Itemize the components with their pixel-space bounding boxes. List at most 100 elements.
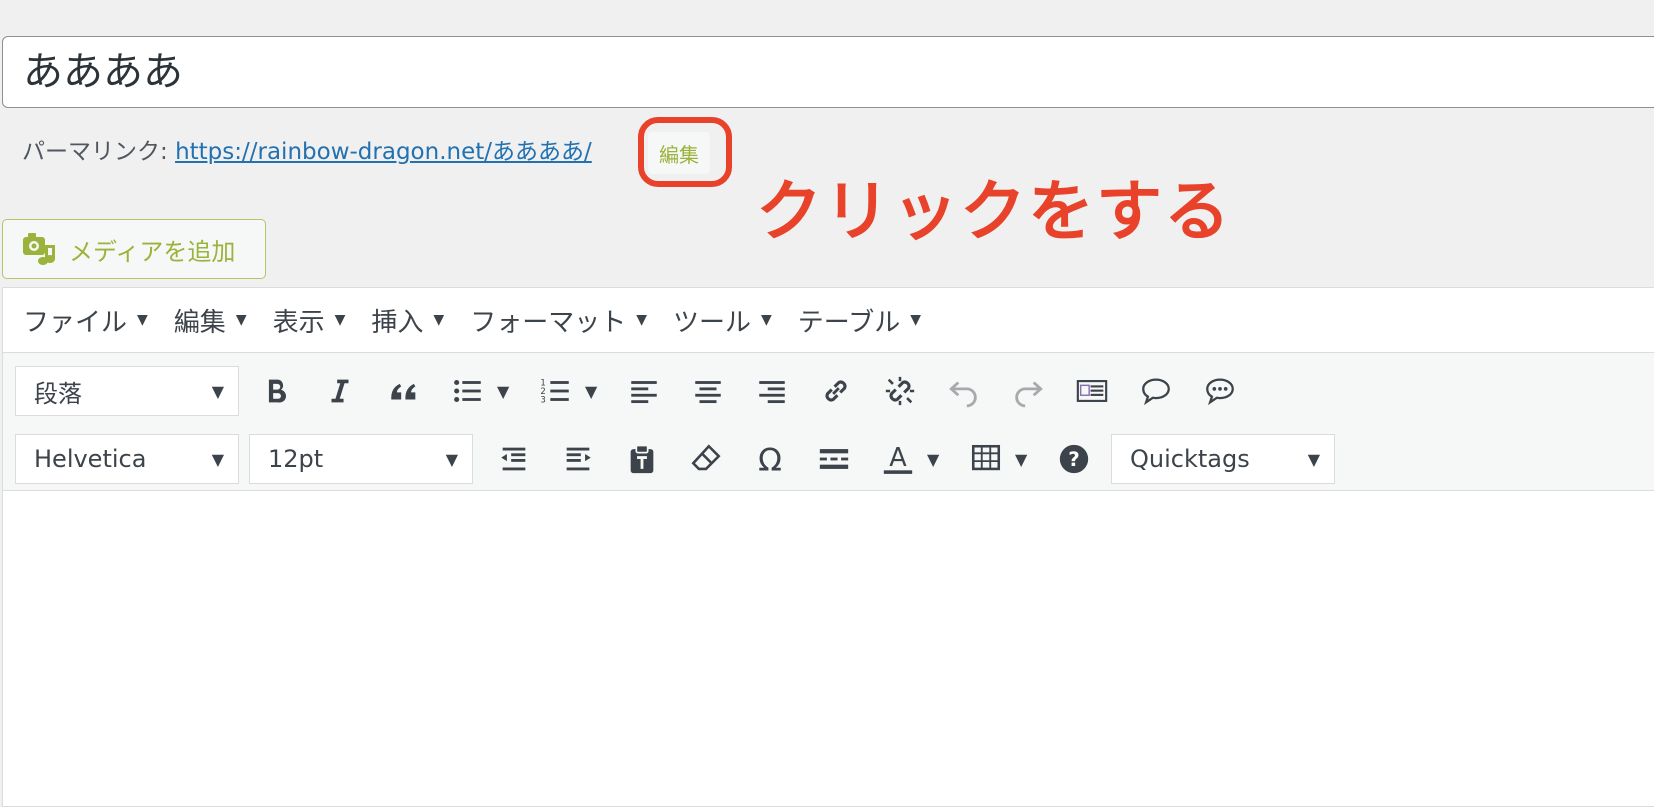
unlink-icon [885, 376, 915, 406]
caret-down-icon: ▼ [1307, 449, 1320, 469]
editor-content-area[interactable] [3, 491, 1654, 806]
quicktags-select[interactable]: Quicktags ▼ [1111, 434, 1335, 484]
menu-tools-label: ツール [672, 307, 751, 338]
menu-table-label: テーブル [797, 307, 901, 338]
svg-text:?: ? [1068, 448, 1080, 471]
menu-format-label: フォーマット [470, 307, 627, 338]
numbered-list-button[interactable]: 123 [529, 366, 583, 416]
menu-tools[interactable]: ツール ▼ [673, 302, 772, 339]
text-color-icon: A [883, 443, 913, 474]
table-icon [971, 444, 1001, 471]
speech-bubble-icon [1206, 378, 1234, 406]
clear-formatting-button[interactable] [679, 434, 733, 484]
menu-view-label: 表示 [272, 307, 325, 338]
post-title-input[interactable]: ああああ [2, 36, 1654, 108]
menu-table[interactable]: テーブル ▼ [798, 302, 921, 339]
svg-text:3: 3 [540, 395, 545, 405]
menu-file[interactable]: ファイル ▼ [23, 302, 148, 339]
read-more-icon [1076, 380, 1108, 402]
menu-view[interactable]: 表示 ▼ [273, 302, 346, 339]
font-family-select[interactable]: Helvetica ▼ [15, 434, 239, 484]
font-size-value: 12pt [268, 445, 324, 473]
table-button[interactable] [959, 434, 1013, 484]
link-button[interactable] [809, 366, 863, 416]
caret-down-icon: ▼ [636, 312, 647, 328]
permalink-url[interactable]: https://rainbow-dragon.net/ああああ/ [175, 139, 592, 165]
caret-down-icon: ▼ [211, 381, 224, 401]
add-media-label: メディアを追加 [69, 237, 236, 266]
blockquote-icon [391, 383, 416, 400]
bullet-list-icon [454, 379, 481, 403]
undo-icon [949, 381, 977, 408]
italic-button[interactable] [313, 366, 367, 416]
help-icon: ? [1059, 444, 1089, 474]
highlight-ring [638, 117, 732, 187]
italic-icon [331, 379, 349, 403]
align-center-button[interactable] [681, 366, 735, 416]
undo-button[interactable] [937, 366, 991, 416]
svg-text:A: A [889, 443, 907, 473]
outdent-button[interactable] [487, 434, 541, 484]
read-more-button[interactable] [1065, 366, 1119, 416]
caret-down-icon: ▼ [334, 312, 346, 328]
align-right-button[interactable] [745, 366, 799, 416]
menu-format[interactable]: フォーマット ▼ [470, 302, 647, 339]
toolbar-row-2: Helvetica ▼ 12pt ▼ Ω A ▼ ▼ ? Quicktags ▼ [15, 433, 1345, 485]
indent-button[interactable] [551, 434, 605, 484]
bullet-list-button[interactable] [441, 366, 495, 416]
quicktags-value: Quicktags [1130, 445, 1250, 473]
redo-icon [1015, 381, 1043, 408]
special-character-button[interactable]: Ω [743, 434, 797, 484]
comment-icon [1142, 378, 1170, 406]
special-character-icon: Ω [758, 442, 782, 476]
caret-down-icon: ▼ [761, 312, 772, 328]
format-select[interactable]: 段落 ▼ [15, 366, 239, 416]
align-left-icon [631, 381, 657, 404]
horizontal-line-button[interactable] [807, 434, 861, 484]
caret-down-icon: ▼ [433, 312, 445, 328]
comment-button[interactable] [1129, 366, 1183, 416]
add-media-button[interactable]: メディアを追加 [2, 219, 266, 279]
menu-edit-label: 編集 [173, 307, 226, 338]
caret-down-icon[interactable]: ▼ [497, 382, 511, 401]
format-select-value: 段落 [34, 379, 82, 408]
permalink-row: パーマリンク: https://rainbow-dragon.net/ああああ/ [22, 136, 592, 168]
menu-insert-label: 挿入 [371, 307, 424, 338]
redo-button[interactable] [1001, 366, 1055, 416]
svg-text:Ω: Ω [758, 442, 782, 476]
align-center-icon [695, 381, 721, 404]
font-family-value: Helvetica [34, 445, 147, 473]
align-left-button[interactable] [617, 366, 671, 416]
permalink-label: パーマリンク: [22, 139, 176, 165]
menu-edit[interactable]: 編集 ▼ [174, 302, 247, 339]
indent-icon [566, 447, 591, 471]
blockquote-button[interactable] [377, 366, 431, 416]
caret-down-icon: ▼ [235, 312, 247, 328]
bold-button[interactable] [249, 366, 303, 416]
post-title-value: ああああ [23, 49, 183, 95]
caret-down-icon: ▼ [137, 312, 148, 328]
font-size-select[interactable]: 12pt ▼ [249, 434, 473, 484]
horizontal-line-icon [819, 449, 849, 469]
speech-bubble-button[interactable] [1193, 366, 1247, 416]
paste-text-button[interactable] [615, 434, 669, 484]
numbered-list-icon: 123 [540, 378, 569, 405]
caret-down-icon: ▼ [910, 312, 922, 328]
caret-down-icon[interactable]: ▼ [927, 450, 941, 469]
clear-formatting-icon [691, 444, 721, 471]
unlink-button[interactable] [873, 366, 927, 416]
text-color-button[interactable]: A [871, 434, 925, 484]
editor-menubar: ファイル ▼ 編集 ▼ 表示 ▼ 挿入 ▼ フォーマット ▼ ツール ▼ テーブル ▼ [3, 288, 1654, 353]
tinymce-editor: ファイル ▼ 編集 ▼ 表示 ▼ 挿入 ▼ フォーマット ▼ ツール ▼ テーブル ▼ 段落 ▼ [2, 287, 1654, 807]
outdent-icon [501, 447, 526, 471]
editor-toolbar: 段落 ▼ ▼ 123 ▼ Helvetica ▼ 12pt ▼ Ω A ▼ ▼ … [3, 353, 1654, 491]
help-button[interactable]: ? [1047, 434, 1101, 484]
link-icon [825, 380, 847, 402]
caret-down-icon: ▼ [445, 449, 458, 469]
caret-down-icon[interactable]: ▼ [585, 382, 599, 401]
caret-down-icon[interactable]: ▼ [1015, 450, 1029, 469]
media-icon [23, 233, 55, 265]
align-right-icon [759, 381, 785, 404]
menu-insert[interactable]: 挿入 ▼ [371, 302, 444, 339]
caret-down-icon: ▼ [211, 449, 224, 469]
